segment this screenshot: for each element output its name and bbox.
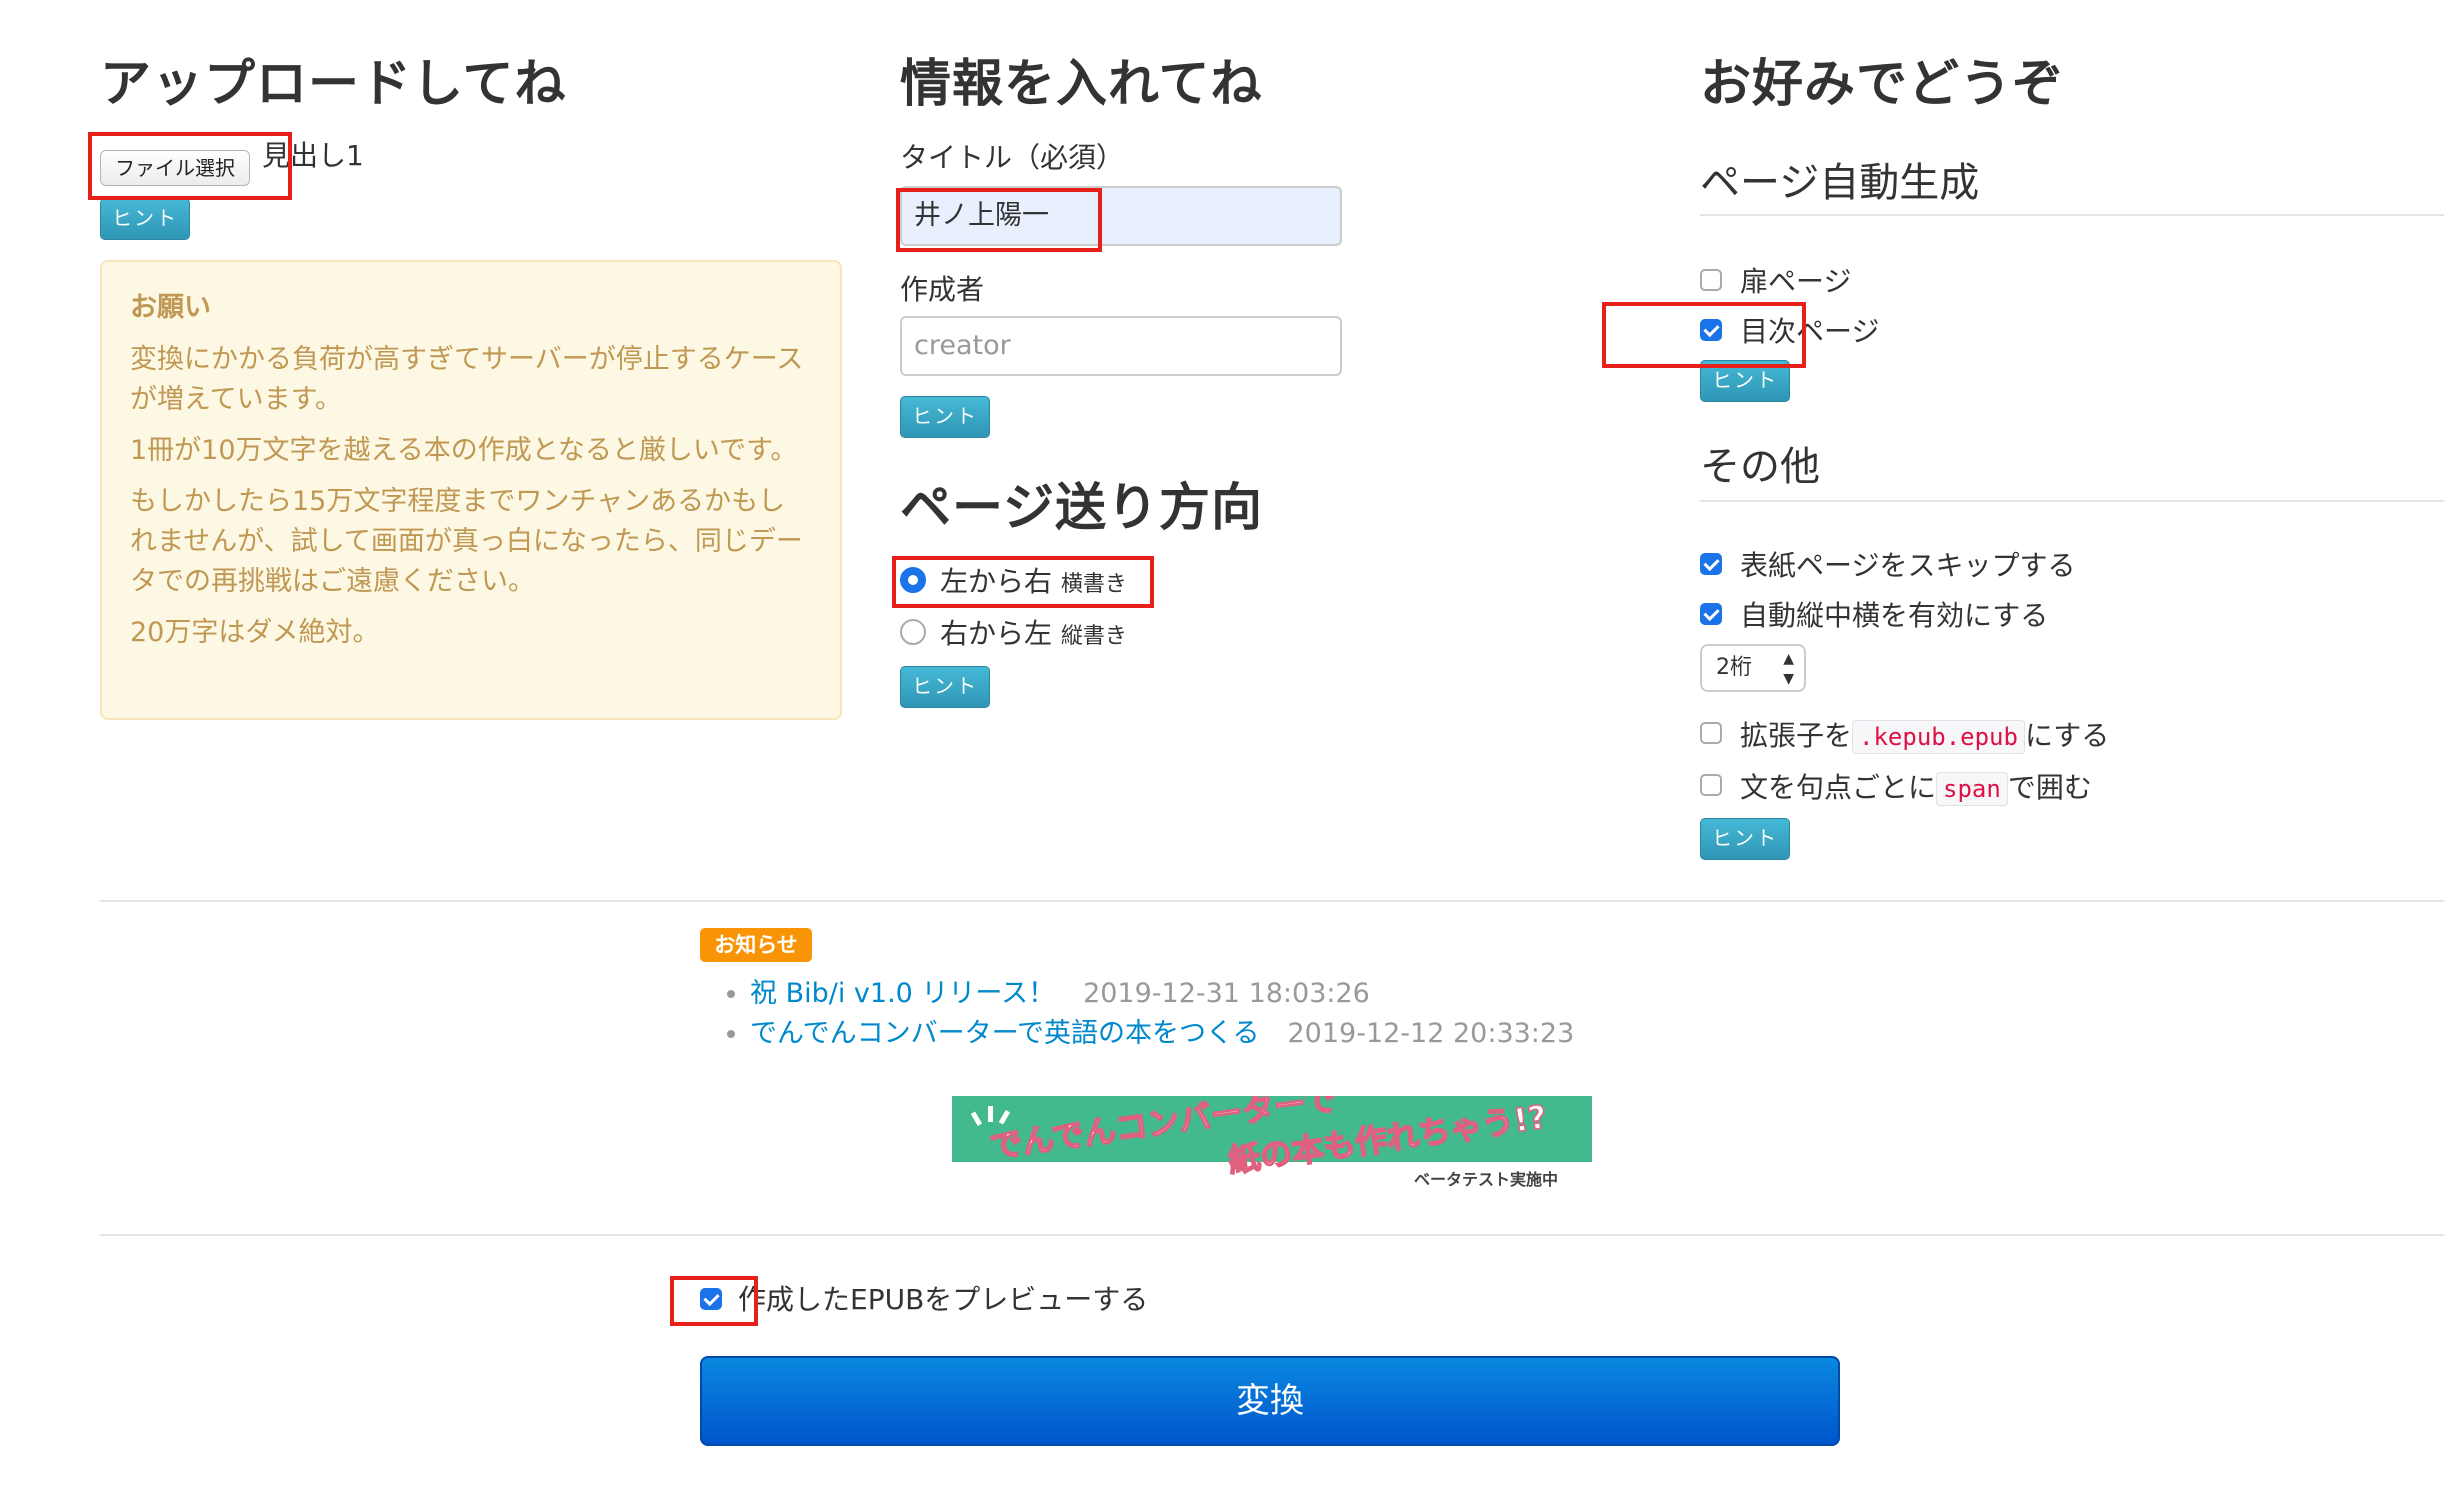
- news-link[interactable]: 祝 Bib/i v1.0 リリース！: [750, 978, 1055, 1009]
- other-heading: その他: [1700, 444, 1820, 490]
- digits-select[interactable]: 2桁 ▲ ▼: [1700, 644, 1806, 692]
- news-link[interactable]: でんでんコンバーターで英語の本をつくる: [750, 1018, 1260, 1049]
- info-hint-button[interactable]: ヒント: [900, 396, 990, 438]
- upload-heading: アップロードしてね: [100, 55, 567, 114]
- news-list: 祝 Bib/i v1.0 リリース！ 2019-12-31 18:03:26 でん…: [700, 974, 1574, 1054]
- direction-hint-button[interactable]: ヒント: [900, 666, 990, 708]
- auto-tcy-label: 自動縦中横を有効にする: [1740, 599, 2049, 632]
- auto-tcy-option[interactable]: 自動縦中横を有効にする: [1700, 594, 2120, 634]
- notice-paragraph: 20万字はダメ絶対。: [130, 617, 380, 648]
- creator-placeholder: creator: [914, 330, 1011, 361]
- preview-option[interactable]: 作成したEPUBをプレビューする: [700, 1278, 1200, 1318]
- preview-checkbox[interactable]: [700, 1288, 722, 1310]
- preview-label: 作成したEPUBをプレビューする: [738, 1283, 1149, 1316]
- span-wrap-option[interactable]: 文を句点ごとに span で囲む: [1700, 764, 2220, 808]
- direction-heading: ページ送り方向: [900, 479, 1263, 538]
- select-arrows-icon: ▲ ▼: [1783, 651, 1794, 687]
- notice-paragraph: 変換にかかる負荷が高すぎてサーバーが停止するケースが増えています。: [130, 344, 804, 415]
- divider: [1700, 214, 2444, 216]
- radio-rtl[interactable]: [900, 619, 926, 645]
- direction-option-rtl[interactable]: 右から左 縦書き: [900, 612, 1160, 652]
- notice-alert: お願い 変換にかかる負荷が高すぎてサーバーが停止するケースが増えています。 1冊…: [100, 260, 842, 720]
- skip-cover-checkbox[interactable]: [1700, 553, 1722, 575]
- title-input[interactable]: 井ノ上陽一: [900, 186, 1342, 246]
- direction-option-ltr[interactable]: 左から右 横書き: [900, 560, 1160, 600]
- direction-rtl-label: 右から左: [940, 617, 1053, 650]
- news-item: でんでんコンバーターで英語の本をつくる 2019-12-12 20:33:23: [750, 1014, 1574, 1054]
- kepub-ext-code: .kepub.epub: [1852, 720, 2025, 754]
- notice-paragraph: 1冊が10万文字を越える本の作成となると厳しいです。: [130, 435, 798, 466]
- kepub-ext-label-after: にする: [2024, 719, 2110, 752]
- span-wrap-label-after: で囲む: [2007, 771, 2092, 804]
- news-date: 2019-12-12 20:33:23: [1287, 1018, 1575, 1049]
- section-divider: [100, 1234, 2444, 1236]
- span-wrap-label-before: 文を句点ごとに: [1740, 771, 1937, 804]
- kepub-ext-label-before: 拡張子を: [1740, 719, 1853, 752]
- file-select-button[interactable]: ファイル選択: [100, 150, 250, 186]
- notice-title: お願い: [130, 292, 211, 323]
- convert-button[interactable]: 変換: [700, 1356, 1840, 1446]
- selected-file-name: 見出し1: [262, 139, 364, 172]
- title-input-value: 井ノ上陽一: [914, 200, 1049, 231]
- digits-select-value: 2桁: [1716, 655, 1752, 680]
- divider: [1700, 500, 2444, 502]
- auto-tcy-checkbox[interactable]: [1700, 603, 1722, 625]
- cover-page-checkbox[interactable]: [1700, 269, 1722, 291]
- toc-page-label: 目次ページ: [1740, 315, 1880, 348]
- upload-hint-button[interactable]: ヒント: [100, 198, 190, 240]
- banner-graphic: でんでんコンバーターで 紙の本も作れちゃう!? ベータテスト実施中: [952, 1096, 1592, 1194]
- title-label: タイトル（必須）: [900, 141, 1125, 174]
- print-book-banner[interactable]: でんでんコンバーターで 紙の本も作れちゃう!? ベータテスト実施中: [952, 1096, 1592, 1194]
- prefs-heading: お好みでどうぞ: [1700, 55, 2065, 114]
- cover-page-option[interactable]: 扉ページ: [1700, 260, 2000, 300]
- creator-input[interactable]: creator: [900, 316, 1342, 376]
- radio-ltr[interactable]: [900, 567, 926, 593]
- news-date: 2019-12-31 18:03:26: [1083, 978, 1370, 1009]
- auto-page-hint-button[interactable]: ヒント: [1700, 360, 1790, 402]
- section-divider: [100, 900, 2444, 902]
- auto-page-heading: ページ自動生成: [1700, 160, 1980, 206]
- direction-ltr-sub: 横書き: [1060, 572, 1127, 597]
- toc-page-checkbox[interactable]: [1700, 319, 1722, 341]
- news-item: 祝 Bib/i v1.0 リリース！ 2019-12-31 18:03:26: [750, 974, 1574, 1014]
- span-wrap-checkbox[interactable]: [1700, 774, 1722, 796]
- kepub-ext-option[interactable]: 拡張子を .kepub.epub にする: [1700, 712, 2220, 756]
- news-badge: お知らせ: [700, 928, 812, 962]
- direction-ltr-label: 左から右: [940, 565, 1053, 598]
- kepub-ext-checkbox[interactable]: [1700, 722, 1722, 744]
- info-heading: 情報を入れてね: [900, 55, 1263, 114]
- notice-paragraph: もしかしたら15万文字程度までワンチャンあるかもしれませんが、試して画面が真っ白…: [130, 486, 803, 597]
- other-hint-button[interactable]: ヒント: [1700, 818, 1790, 860]
- skip-cover-label: 表紙ページをスキップする: [1740, 549, 2076, 582]
- creator-label: 作成者: [900, 273, 985, 306]
- cover-page-label: 扉ページ: [1740, 265, 1852, 298]
- toc-page-option[interactable]: 目次ページ: [1700, 310, 2000, 350]
- banner-line3: ベータテスト実施中: [1414, 1170, 1558, 1189]
- direction-rtl-sub: 縦書き: [1060, 624, 1127, 649]
- skip-cover-option[interactable]: 表紙ページをスキップする: [1700, 544, 2120, 584]
- span-wrap-code: span: [1936, 772, 2008, 806]
